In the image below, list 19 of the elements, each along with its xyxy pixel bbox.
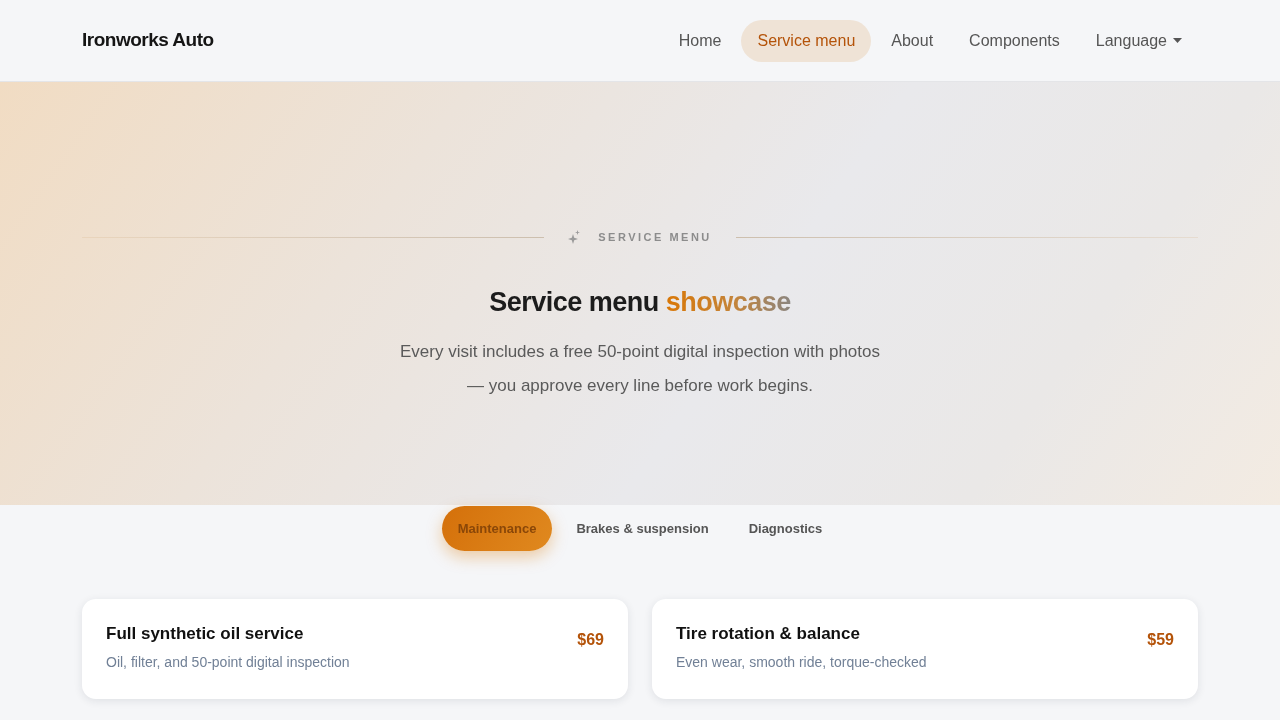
- brand-logo-text[interactable]: Ironworks Auto: [82, 26, 214, 55]
- service-description: Even wear, smooth ride, torque-checked: [676, 653, 927, 671]
- language-dropdown[interactable]: Language: [1079, 19, 1198, 62]
- nav-link[interactable]: Components: [953, 19, 1076, 62]
- nav-link[interactable]: About: [875, 19, 950, 62]
- eyebrow-label: SERVICE MENU: [598, 230, 712, 245]
- nav-link[interactable]: Home: [662, 19, 738, 62]
- service-price: $69: [577, 630, 604, 650]
- sparkle-icon: [568, 230, 581, 245]
- service-name: Tire rotation & balance: [676, 623, 861, 645]
- nav-link[interactable]: Service menu: [741, 19, 872, 62]
- caret-icon: [1173, 38, 1182, 43]
- hero-description: Every visit includes a free 50-point digital inspection with photos — you approve every line before work begins.: [398, 340, 881, 397]
- category-tab[interactable]: Brakes & suspension: [560, 506, 725, 551]
- category-tab[interactable]: Diagnostics: [732, 506, 839, 551]
- service-name: Full synthetic oil service: [106, 623, 305, 645]
- service-price: $59: [1147, 630, 1174, 650]
- hero-heading: Service menu showcase: [489, 285, 791, 319]
- service-description: Oil, filter, and 50-point digital inspection: [106, 653, 350, 671]
